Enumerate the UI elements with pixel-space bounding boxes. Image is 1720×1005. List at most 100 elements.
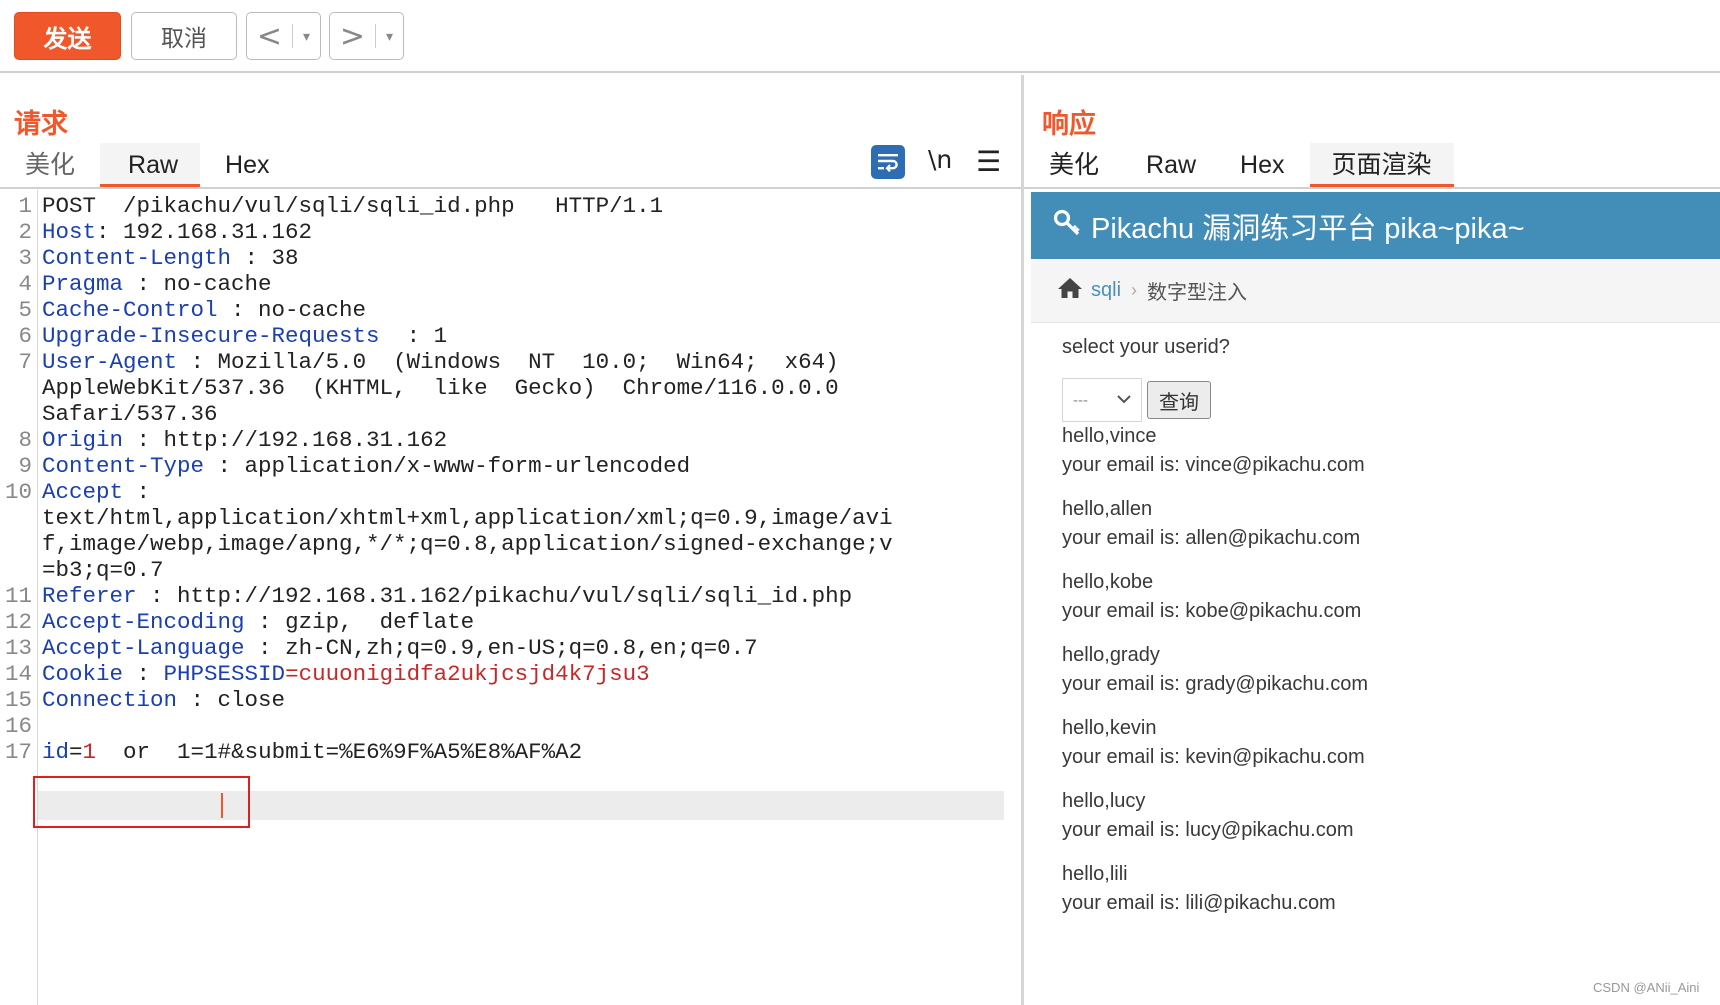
panel-divider[interactable]: [1021, 75, 1024, 1005]
request-title: 请求: [14, 109, 68, 139]
cookie-value: =cuuonigidfa2ukjcsjd4k7jsu3: [285, 661, 650, 687]
body-param-value: 1: [82, 739, 97, 765]
header-separator: :: [123, 661, 164, 687]
tab-pretty[interactable]: 美化: [1024, 143, 1124, 187]
breadcrumb-link-sqli[interactable]: sqli: [1091, 279, 1121, 302]
line-number: 1: [18, 193, 32, 219]
header-value: no-cache: [258, 297, 367, 323]
request-tabs: 美化 Raw Hex: [0, 143, 295, 187]
forward-button[interactable]: > ▾: [329, 12, 404, 60]
header-separator: :: [244, 609, 286, 635]
result-greeting: hello,vince: [1062, 425, 1157, 447]
line-number: 4: [18, 271, 32, 297]
gutter-divider: [37, 190, 38, 1005]
header-value: 192.168.31.162: [123, 219, 313, 245]
text-caret: [221, 793, 223, 818]
result-email: your email is: lili@pikachu.com: [1062, 892, 1336, 914]
line-number: 14: [4, 661, 32, 687]
chevron-down-icon[interactable]: ▾: [293, 28, 320, 45]
header-value: close: [217, 687, 286, 713]
header-separator: :: [379, 323, 434, 349]
key-icon: [1053, 208, 1081, 243]
tab-hex[interactable]: Hex: [1218, 143, 1309, 187]
newline-icon[interactable]: \n: [928, 145, 952, 174]
header-value: zh-CN,zh;q=0.9,en-US;q=0.8,en;q=0.7: [285, 635, 758, 661]
back-button[interactable]: < ▾: [246, 12, 321, 60]
page-banner: Pikachu 漏洞练习平台 pika~pika~: [1031, 192, 1720, 259]
header-name: Referer: [42, 583, 137, 609]
watermark: CSDN @ANii_Aini: [1593, 980, 1700, 995]
plain-text: text/html,application/xhtml+xml,applicat…: [42, 505, 893, 531]
line-number: 6: [18, 323, 32, 349]
highlight-box: [33, 776, 250, 828]
line-text: Cookie : PHPSESSID=cuuonigidfa2ukjcsjd4k…: [42, 660, 650, 689]
line-number: 16: [4, 713, 32, 739]
header-value: 1: [433, 323, 448, 349]
chevron-down-icon[interactable]: ▾: [376, 28, 403, 45]
header-separator: :: [96, 219, 124, 245]
header-name: Host: [42, 219, 97, 245]
result-email: your email is: allen@pikachu.com: [1062, 527, 1361, 549]
tab-raw[interactable]: Raw: [100, 143, 201, 187]
line-text: POST /pikachu/vul/sqli/sqli_id.php HTTP/…: [42, 192, 663, 221]
line-number: 9: [18, 453, 32, 479]
header-value: http://192.168.31.162/pikachu/vul/sqli/s…: [177, 583, 853, 609]
plain-text: AppleWebKit/537.36 (KHTML, like Gecko) C…: [42, 375, 839, 401]
plain-text: =b3;q=0.7: [42, 557, 164, 583]
line-text: f,image/webp,image/apng,*/*;q=0.8,applic…: [42, 530, 893, 559]
header-value: http://192.168.31.162: [163, 427, 448, 453]
line-text: Safari/537.36: [42, 400, 218, 429]
line-text: User-Agent : Mozilla/5.0 (Windows NT 10.…: [42, 348, 839, 377]
menu-icon[interactable]: ☰: [976, 145, 1001, 178]
line-text: id=1 or 1=1#&submit=%E6%9F%A5%E8%AF%A2: [42, 738, 582, 767]
header-separator: :: [123, 479, 151, 505]
header-separator: :: [231, 245, 272, 271]
line-number: 11: [4, 583, 32, 609]
header-value: 38: [271, 245, 299, 271]
header-separator: :: [244, 635, 286, 661]
line-number: 15: [4, 687, 32, 713]
header-name: Accept-Encoding: [42, 609, 245, 635]
send-button[interactable]: 发送: [14, 12, 121, 60]
result-email: your email is: lucy@pikachu.com: [1062, 819, 1354, 841]
line-number: 13: [4, 635, 32, 661]
home-icon[interactable]: [1057, 277, 1083, 305]
header-value: no-cache: [163, 271, 272, 297]
result-email: your email is: grady@pikachu.com: [1062, 673, 1368, 695]
plain-text: POST /pikachu/vul/sqli/sqli_id.php HTTP/…: [42, 193, 664, 219]
line-number: 12: [4, 609, 32, 635]
body-equals: =: [69, 739, 83, 765]
select-value: ---: [1073, 391, 1088, 409]
wrap-icon[interactable]: [871, 145, 905, 179]
line-text: Accept-Encoding : gzip, deflate: [42, 608, 474, 637]
tab-hex[interactable]: Hex: [200, 143, 294, 187]
line-text: Origin : http://192.168.31.162: [42, 426, 447, 455]
breadcrumb-current: 数字型注入: [1147, 282, 1248, 304]
forward-arrow-icon: >: [339, 18, 366, 54]
line-text: =b3;q=0.7: [42, 556, 164, 585]
header-name: Origin: [42, 427, 124, 453]
body-param-name: id: [42, 739, 70, 765]
userid-select[interactable]: ---: [1062, 378, 1142, 422]
line-text: Content-Type : application/x-www-form-ur…: [42, 452, 690, 481]
query-button[interactable]: 查询: [1147, 381, 1211, 419]
result-greeting: hello,allen: [1062, 498, 1153, 520]
line-text: Accept :: [42, 478, 150, 507]
tab-render[interactable]: 页面渲染: [1309, 143, 1454, 187]
header-name: Accept-Language: [42, 635, 245, 661]
result-greeting: hello,lili: [1062, 863, 1128, 885]
header-separator: :: [217, 297, 259, 323]
line-number: 10: [4, 479, 32, 505]
line-text: AppleWebKit/537.36 (KHTML, like Gecko) C…: [42, 374, 839, 403]
chevron-down-icon: [1117, 392, 1131, 409]
tab-raw[interactable]: Raw: [1124, 143, 1218, 187]
line-text: text/html,application/xhtml+xml,applicat…: [42, 504, 893, 533]
line-number: 7: [18, 349, 32, 375]
tab-pretty[interactable]: 美化: [0, 143, 100, 187]
result-greeting: hello,kevin: [1062, 717, 1157, 739]
header-separator: :: [123, 427, 164, 453]
header-name: Connection: [42, 687, 178, 713]
header-name: User-Agent: [42, 349, 178, 375]
result-greeting: hello,grady: [1062, 644, 1160, 666]
cancel-button[interactable]: 取消: [131, 12, 237, 60]
